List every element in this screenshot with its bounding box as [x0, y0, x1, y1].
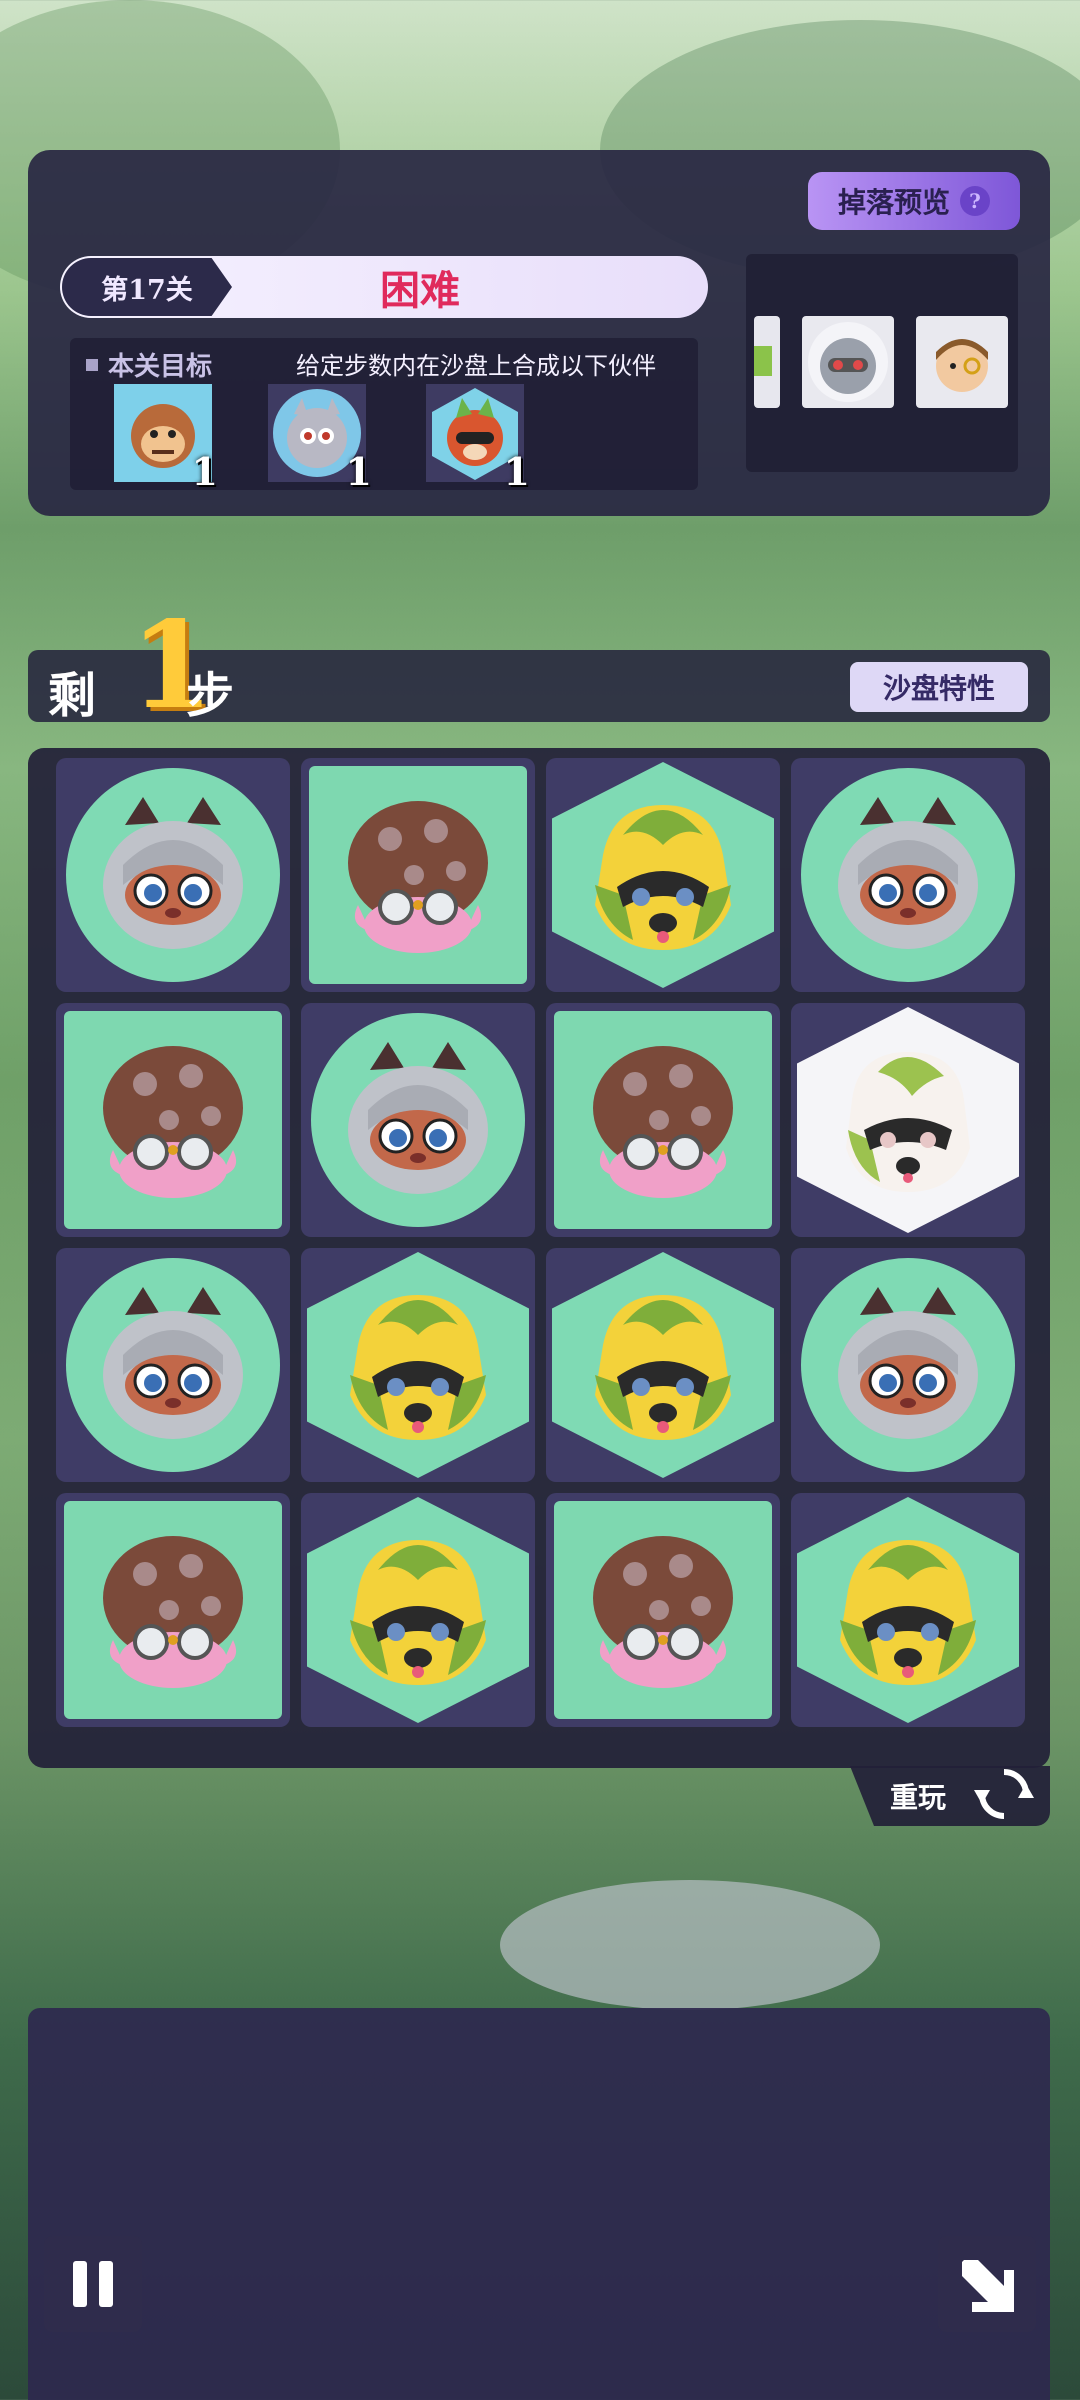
goal-title-text: 本关目标 — [108, 352, 213, 382]
leaf-leopard-icon — [840, 1540, 976, 1685]
level-label: 第17关 — [62, 258, 232, 316]
goal-item-monkey: 1 — [114, 384, 218, 494]
drop-preview-label: 掉落预览 — [837, 186, 950, 219]
board-cell-rock-cat[interactable] — [56, 758, 290, 992]
pause-icon — [73, 2261, 87, 2307]
game-board — [28, 748, 1050, 1768]
goal-title: 本关目标 — [86, 346, 212, 383]
monocle-boy-face-icon — [936, 339, 988, 392]
exit-button[interactable] — [938, 2236, 1036, 2332]
board-cell-mushroom-glasses[interactable] — [301, 758, 535, 992]
leaf-leopard-icon — [350, 1295, 486, 1440]
board-cell-leaf-leopard[interactable] — [301, 1248, 535, 1482]
board-cell-mushroom-glasses[interactable] — [56, 1493, 290, 1727]
mushroom-glasses-icon — [103, 1046, 243, 1198]
drop-preview-button[interactable]: 掉落预览 ? — [808, 172, 1020, 230]
board-cell-leaf-leopard[interactable] — [546, 1248, 780, 1482]
mushroom-glasses-icon — [103, 1536, 243, 1688]
steps-remaining: 1 — [130, 595, 214, 736]
rock-cat-icon — [838, 797, 978, 949]
replay-label[interactable]: 重玩 — [890, 1776, 946, 1816]
pause-button[interactable] — [44, 2236, 142, 2332]
steps-suffix: 步 — [186, 668, 235, 724]
drop-preview-list[interactable] — [746, 254, 1018, 472]
mushroom-glasses-icon — [593, 1046, 733, 1198]
preview-item — [802, 316, 894, 408]
board-cell-rock-cat[interactable] — [301, 1003, 535, 1237]
difficulty-label: 困难 — [380, 268, 460, 314]
board-cell-mushroom-glasses[interactable] — [546, 1003, 780, 1237]
bottom-panel — [28, 2008, 1050, 2400]
board-cell-leaf-leopard[interactable] — [791, 1493, 1025, 1727]
replay-icon[interactable] — [972, 1762, 1036, 1826]
board-cell-rock-cat[interactable] — [791, 758, 1025, 992]
rock-cat-icon — [348, 1042, 488, 1194]
board-cell-mushroom-glasses[interactable] — [546, 1493, 780, 1727]
leaf-leopard-icon — [350, 1540, 486, 1685]
sandbox-feature-button[interactable]: 沙盘特性 — [850, 662, 1028, 712]
board-cell-rock-cat[interactable] — [791, 1248, 1025, 1482]
preview-item — [916, 316, 1008, 408]
pause-icon — [99, 2261, 113, 2307]
exit-arrow-icon — [962, 2260, 1014, 2312]
steps-prefix: 剩 — [48, 668, 97, 724]
rock-cat-icon — [838, 1287, 978, 1439]
bullet-icon — [86, 358, 98, 371]
leaf-leopard-icon — [595, 805, 731, 950]
goal-description: 给定步数内在沙盘上合成以下伙伴 — [296, 352, 656, 380]
goal-item-gray-cat: 1 — [268, 384, 372, 494]
gray-cat-face-icon — [808, 322, 888, 402]
white-cat-icon — [846, 1052, 970, 1192]
goal-count: 1 — [191, 449, 218, 494]
mushroom-glasses-icon — [348, 801, 488, 953]
mushroom-glasses-icon — [593, 1536, 733, 1688]
goal-item-red-fox: 1 — [426, 384, 530, 494]
background-rock — [500, 1880, 880, 2010]
help-icon[interactable]: ? — [960, 186, 990, 216]
goal-count: 1 — [503, 449, 530, 494]
board-cell-mushroom-glasses[interactable] — [56, 1003, 290, 1237]
rock-cat-icon — [103, 1287, 243, 1439]
board-cell-white-cat[interactable] — [791, 1003, 1025, 1237]
rock-cat-icon — [103, 797, 243, 949]
leaf-leopard-icon — [595, 1295, 731, 1440]
board-cell-leaf-leopard[interactable] — [301, 1493, 535, 1727]
goal-count: 1 — [345, 449, 372, 494]
board-cell-rock-cat[interactable] — [56, 1248, 290, 1482]
preview-item — [754, 316, 780, 408]
green-cat-face-icon — [754, 346, 772, 376]
board-cell-leaf-leopard[interactable] — [546, 758, 780, 992]
